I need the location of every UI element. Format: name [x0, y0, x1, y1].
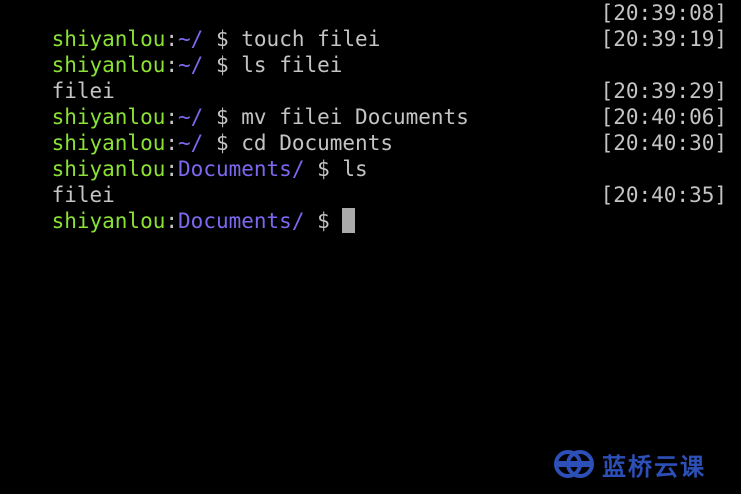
watermark-text: 蓝桥云课	[602, 452, 706, 481]
timestamp: [20:39:29]	[600, 79, 727, 103]
prompt-dollar: $	[304, 209, 343, 233]
prompt-line-active[interactable]: shiyanlou:Documents/ $ [20:40:35]	[0, 182, 741, 233]
prompt-line: shiyanlou:~/ $ touch filei [20:39:08]	[0, 0, 741, 51]
output-line: filei	[0, 156, 741, 207]
timestamp: [20:40:30]	[600, 131, 727, 155]
terminal-window[interactable]: shiyanlou:~/ $ touch filei [20:39:08] sh…	[0, 0, 741, 494]
prompt-line: shiyanlou:~/ $ cd Documents [20:40:06]	[0, 104, 741, 155]
timestamp: [20:39:08]	[600, 1, 727, 25]
timestamp: [20:40:06]	[600, 105, 727, 129]
prompt-separator: :	[165, 209, 179, 233]
prompt-line: shiyanlou:Documents/ $ ls [20:40:30]	[0, 130, 741, 181]
prompt-line: shiyanlou:~/ $ ls filei [20:39:19]	[0, 26, 741, 77]
prompt-user: shiyanlou	[51, 209, 166, 233]
prompt-path: Documents/	[178, 209, 305, 233]
prompt-line: shiyanlou:~/ $ mv filei Documents [20:39…	[0, 78, 741, 129]
text-cursor[interactable]	[342, 207, 356, 233]
watermark: 蓝桥云课	[554, 446, 706, 482]
timestamp: [20:40:35]	[600, 183, 727, 207]
lanqiao-logo-icon	[554, 449, 596, 479]
timestamp: [20:39:19]	[600, 27, 727, 51]
output-line: filei	[0, 52, 741, 103]
